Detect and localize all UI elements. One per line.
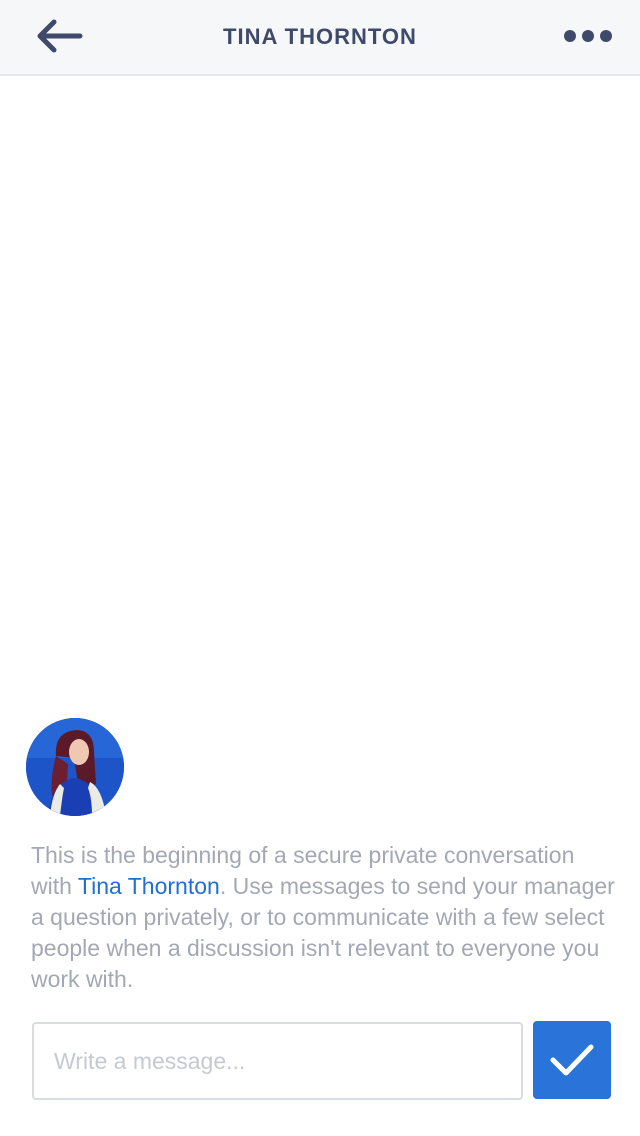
send-button[interactable] [533,1021,611,1099]
more-dots-icon [564,30,612,42]
avatar [26,718,124,816]
conversation-screen: TINA THORNTON This is the beginning of a… [0,0,640,1136]
contact-name-link[interactable]: Tina Thornton [78,873,220,899]
page-title: TINA THORNTON [223,24,417,49]
message-input[interactable] [32,1022,523,1100]
arrow-left-icon [37,19,83,53]
conversation-intro-text: This is the beginning of a secure privat… [31,840,621,995]
avatar-image [26,718,124,816]
more-options-button[interactable] [560,18,616,54]
checkmark-icon [550,1044,594,1076]
header-bar: TINA THORNTON [0,0,640,76]
back-button[interactable] [28,12,88,60]
